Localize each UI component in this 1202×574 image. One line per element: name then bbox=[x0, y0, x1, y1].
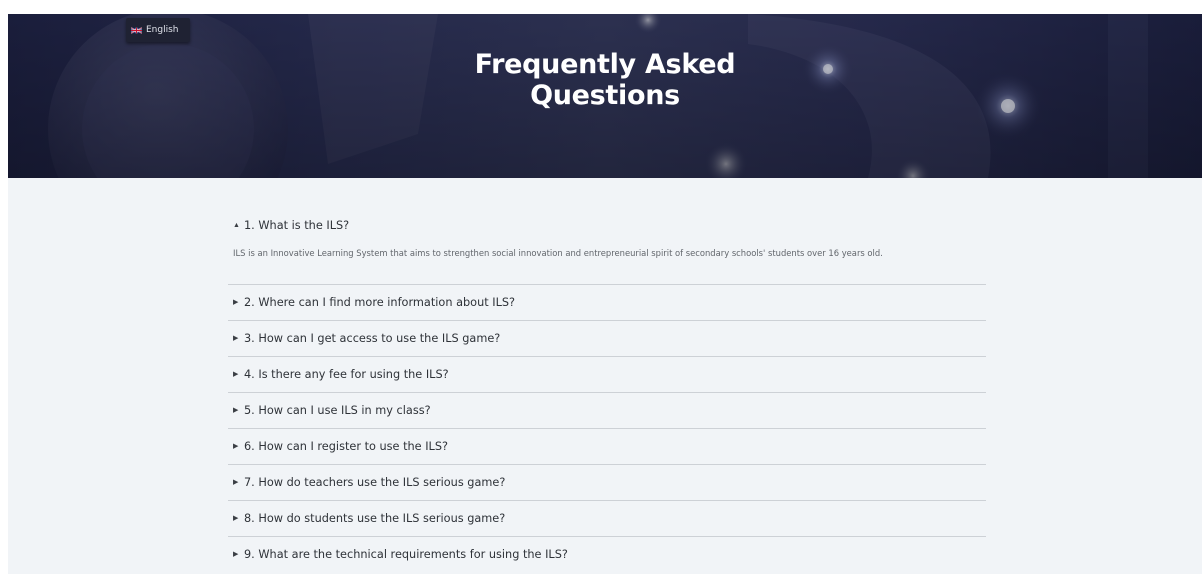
hero-banner: English Frequently Asked Questions bbox=[8, 14, 1202, 178]
faq-list: ▲ 1. What is the ILS? ILS is an Innovati… bbox=[228, 210, 986, 572]
faq-item: ▶ 2. Where can I find more information a… bbox=[228, 284, 986, 320]
caret-right-icon: ▶ bbox=[233, 407, 239, 414]
faq-item: ▶ 3. How can I get access to use the ILS… bbox=[228, 320, 986, 356]
caret-right-icon: ▶ bbox=[233, 371, 239, 378]
faq-question-toggle[interactable]: ▲ 1. What is the ILS? bbox=[228, 210, 986, 240]
faq-question-toggle[interactable]: ▶ 4. Is there any fee for using the ILS? bbox=[228, 357, 986, 392]
faq-question-toggle[interactable]: ▶ 3. How can I get access to use the ILS… bbox=[228, 321, 986, 356]
faq-question-toggle[interactable]: ▶ 7. How do teachers use the ILS serious… bbox=[228, 465, 986, 500]
caret-up-icon: ▲ bbox=[233, 221, 240, 229]
caret-right-icon: ▶ bbox=[233, 443, 239, 450]
faq-question-text: 9. What are the technical requirements f… bbox=[244, 548, 568, 561]
faq-item: ▶ 9. What are the technical requirements… bbox=[228, 536, 986, 572]
faq-item: ▶ 7. How do teachers use the ILS serious… bbox=[228, 464, 986, 500]
faq-question-text: 7. How do teachers use the ILS serious g… bbox=[244, 476, 506, 489]
faq-question-toggle[interactable]: ▶ 9. What are the technical requirements… bbox=[228, 537, 986, 572]
faq-item: ▶ 6. How can I register to use the ILS? bbox=[228, 428, 986, 464]
page-title: Frequently Asked Questions bbox=[474, 49, 736, 111]
caret-right-icon: ▶ bbox=[233, 551, 239, 558]
caret-right-icon: ▶ bbox=[233, 515, 239, 522]
faq-item: ▶ 8. How do students use the ILS serious… bbox=[228, 500, 986, 536]
faq-question-text: 6. How can I register to use the ILS? bbox=[244, 440, 449, 453]
faq-question-text: 3. How can I get access to use the ILS g… bbox=[244, 332, 501, 345]
language-label: English bbox=[146, 24, 179, 35]
faq-question-text: 5. How can I use ILS in my class? bbox=[244, 404, 431, 417]
faq-question-text: 1. What is the ILS? bbox=[244, 218, 350, 232]
faq-question-text: 8. How do students use the ILS serious g… bbox=[244, 512, 506, 525]
uk-flag-icon bbox=[131, 26, 142, 34]
faq-question-toggle[interactable]: ▶ 6. How can I register to use the ILS? bbox=[228, 429, 986, 464]
caret-right-icon: ▶ bbox=[233, 299, 239, 306]
faq-answer-text: ILS is an Innovative Learning System tha… bbox=[233, 248, 883, 258]
page: English Frequently Asked Questions ▲ 1. … bbox=[8, 14, 1202, 574]
faq-question-text: 4. Is there any fee for using the ILS? bbox=[244, 368, 449, 381]
faq-question-toggle[interactable]: ▶ 5. How can I use ILS in my class? bbox=[228, 393, 986, 428]
faq-question-toggle[interactable]: ▶ 8. How do students use the ILS serious… bbox=[228, 501, 986, 536]
language-selector-button[interactable]: English bbox=[126, 18, 190, 42]
faq-item: ▲ 1. What is the ILS? ILS is an Innovati… bbox=[228, 210, 986, 284]
faq-item: ▶ 5. How can I use ILS in my class? bbox=[228, 392, 986, 428]
caret-right-icon: ▶ bbox=[233, 479, 239, 486]
faq-question-text: 2. Where can I find more information abo… bbox=[244, 296, 516, 309]
faq-question-toggle[interactable]: ▶ 2. Where can I find more information a… bbox=[228, 285, 986, 320]
caret-right-icon: ▶ bbox=[233, 335, 239, 342]
faq-item: ▶ 4. Is there any fee for using the ILS? bbox=[228, 356, 986, 392]
